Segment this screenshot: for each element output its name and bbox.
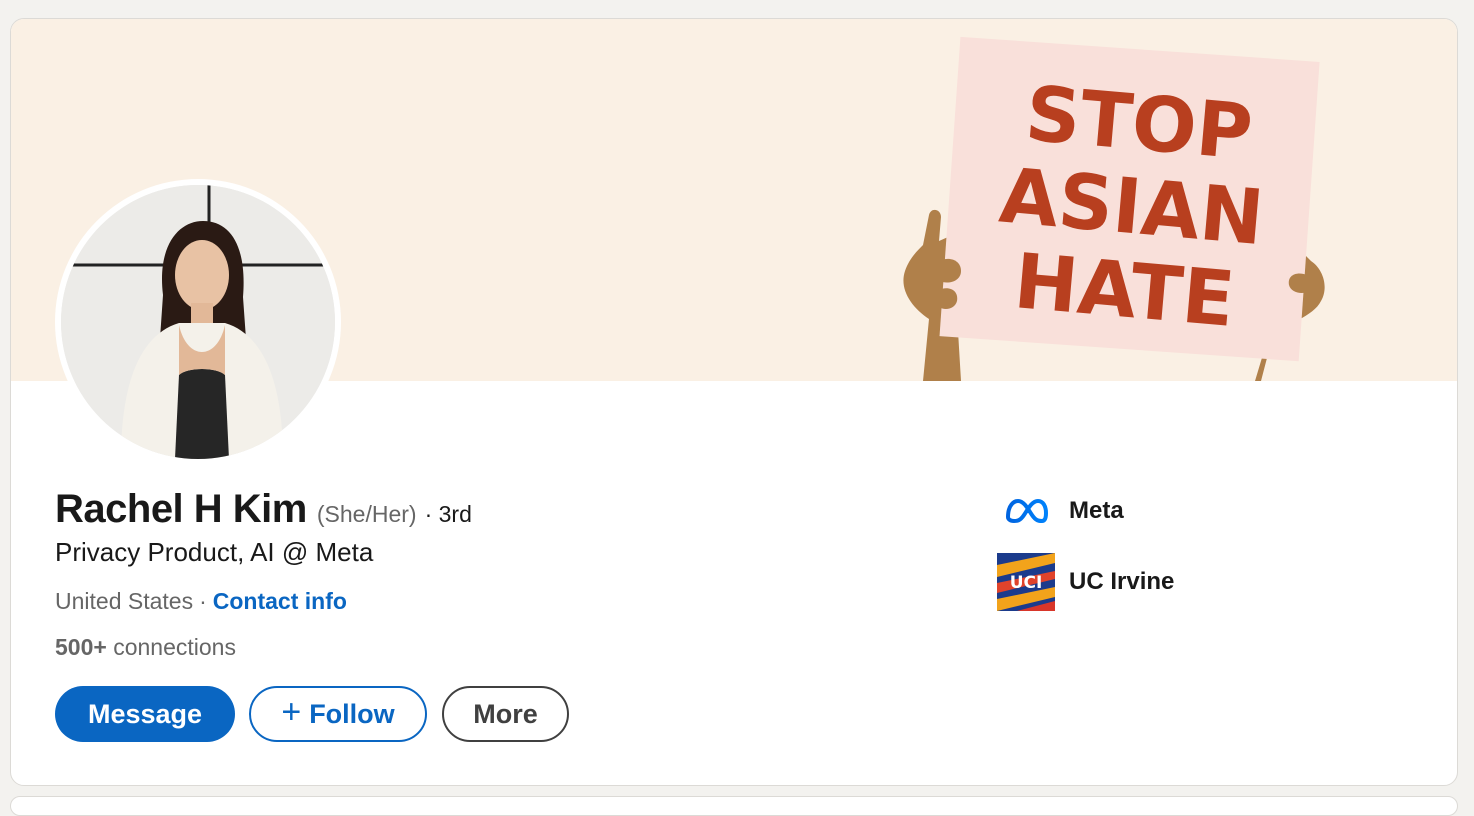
profile-pronouns: (She/Her)	[316, 501, 417, 527]
profile-avatar[interactable]	[55, 179, 341, 465]
follow-button-label: Follow	[309, 698, 395, 729]
follow-button[interactable]: + Follow	[249, 686, 427, 742]
meta-logo-icon	[997, 491, 1055, 531]
org-name: UC Irvine	[1069, 568, 1175, 595]
name-row: Rachel H Kim (She/Her) · 3rd	[55, 487, 472, 532]
profile-headline: Privacy Product, AI @ Meta	[55, 537, 374, 567]
profile-location: United States	[55, 588, 194, 614]
profile-card: STOP ASIAN HATE Rachel H Kim (She/Her) ·…	[10, 18, 1458, 786]
plus-icon: +	[281, 693, 302, 731]
more-button[interactable]: More	[442, 686, 569, 742]
org-item-uc-irvine[interactable]: UCI UC Irvine	[997, 553, 1174, 611]
connections-label: connections	[113, 634, 236, 660]
avatar-photo	[61, 185, 335, 459]
next-section-card	[10, 796, 1458, 816]
profile-name: Rachel H Kim	[55, 487, 307, 531]
location-row: United States · Contact info	[55, 588, 347, 615]
uci-logo-text: UCI	[1010, 573, 1043, 593]
separator: ·	[199, 588, 207, 614]
more-button-label: More	[473, 698, 538, 729]
message-button[interactable]: Message	[55, 686, 235, 742]
contact-info-link[interactable]: Contact info	[213, 588, 347, 614]
uci-logo-icon: UCI	[997, 553, 1055, 611]
message-button-label: Message	[87, 698, 203, 729]
connections-row[interactable]: 500+ connections	[55, 634, 236, 661]
connection-degree: · 3rd	[424, 501, 472, 527]
connections-count: 500+	[55, 634, 107, 660]
org-item-meta[interactable]: Meta	[997, 491, 1124, 531]
org-name: Meta	[1069, 497, 1124, 524]
